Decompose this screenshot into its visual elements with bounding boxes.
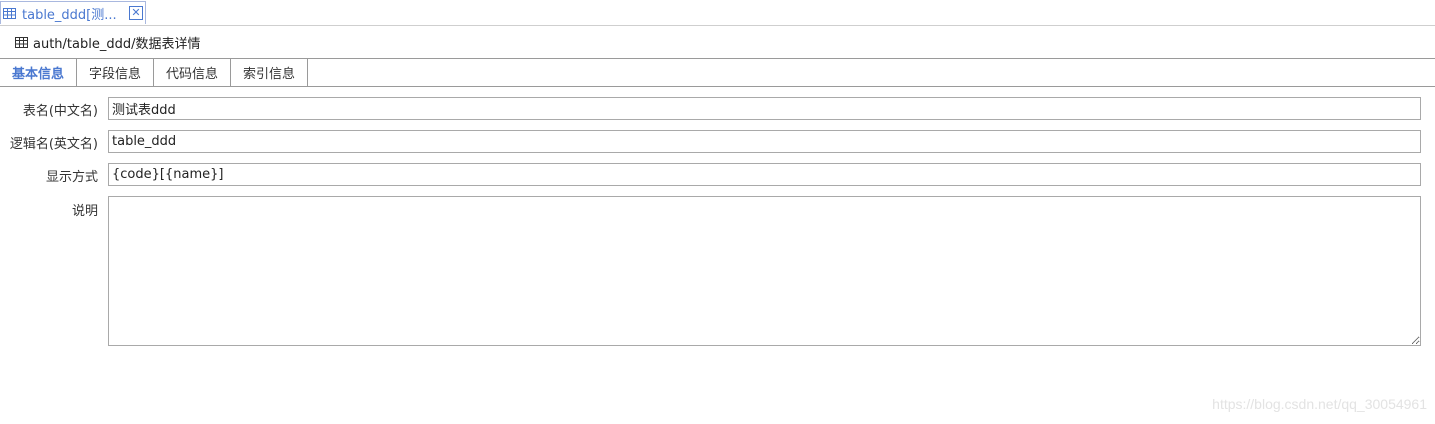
cn-name-input[interactable]: [108, 97, 1421, 120]
tab-basic-info[interactable]: 基本信息: [0, 59, 77, 86]
document-tab-label: table_ddd[测...: [22, 7, 117, 23]
document-tab[interactable]: table_ddd[测... ✕: [0, 1, 146, 24]
description-textarea[interactable]: [108, 196, 1421, 346]
breadcrumb-text: auth/table_ddd/数据表详情: [33, 36, 201, 52]
document-tab-bar: table_ddd[测... ✕: [0, 0, 1435, 26]
description-label: 说明: [71, 204, 98, 219]
watermark: https://blog.csdn.net/qq_30054961: [1212, 396, 1427, 412]
detail-tab-bar: 基本信息 字段信息 代码信息 索引信息: [0, 58, 1435, 87]
page-root: table_ddd[测... ✕ auth/table_ddd/数据表详情 基本…: [0, 0, 1435, 424]
table-grid-icon: [3, 7, 16, 19]
cn-name-label: 表名(中文名): [22, 104, 98, 119]
tab-code-info[interactable]: 代码信息: [154, 59, 231, 86]
close-icon[interactable]: ✕: [129, 6, 143, 20]
table-grid-icon: [15, 36, 28, 48]
en-name-label: 逻辑名(英文名): [9, 137, 98, 152]
en-name-input[interactable]: [108, 130, 1421, 153]
tab-field-info[interactable]: 字段信息: [77, 59, 154, 86]
display-mode-input[interactable]: [108, 163, 1421, 186]
tab-index-info[interactable]: 索引信息: [231, 59, 308, 86]
display-mode-label: 显示方式: [45, 170, 98, 185]
breadcrumb: auth/table_ddd/数据表详情: [15, 33, 201, 52]
